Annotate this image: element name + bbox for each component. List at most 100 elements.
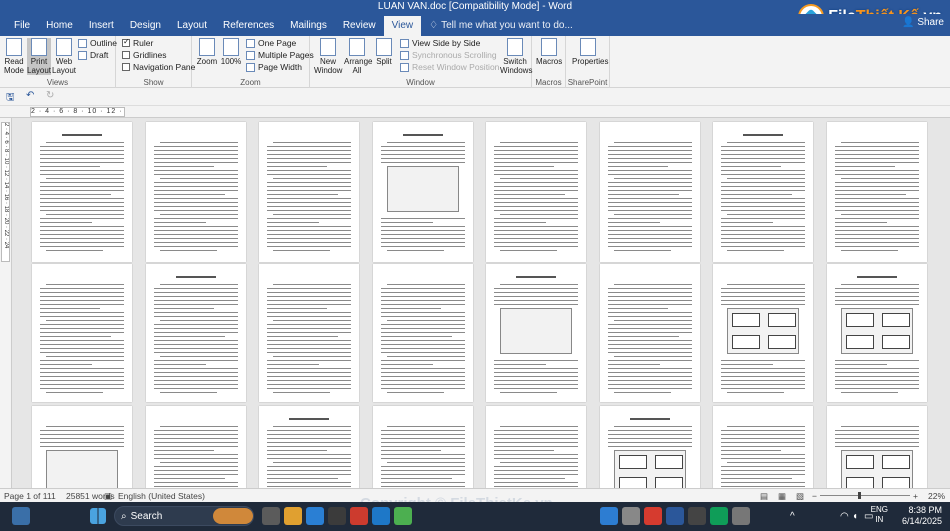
file-explorer-icon[interactable] [284,507,302,525]
tab-design[interactable]: Design [122,16,169,36]
app-icon-6[interactable] [688,507,706,525]
save-icon[interactable]: 🖫 [6,90,15,107]
document-page[interactable] [259,264,359,402]
start-icon[interactable] [90,508,106,524]
arrange-all-button[interactable]: Arrange All [344,38,372,75]
document-page[interactable] [32,122,132,262]
document-page[interactable] [145,122,246,262]
ruler-checkbox[interactable]: Ruler [122,37,153,48]
document-page[interactable] [145,406,246,488]
edge-icon[interactable] [306,507,324,525]
zoom-level[interactable]: 22% [928,491,945,501]
tab-home[interactable]: Home [38,16,81,36]
undo-icon[interactable]: ↶ [26,90,34,101]
app-icon-5[interactable] [644,507,662,525]
page-width-button[interactable]: Page Width [246,62,302,72]
document-page[interactable] [372,122,473,262]
web-layout-view-icon[interactable]: ▧ [796,491,804,502]
redo-icon[interactable]: ↻ [46,90,54,101]
focus-mode-icon[interactable]: ▤ [760,491,768,502]
document-page[interactable] [713,406,813,488]
document-page[interactable] [32,406,132,488]
page-count[interactable]: Page 1 of 111 [4,491,56,501]
document-page[interactable] [713,122,813,262]
tab-view[interactable]: View [383,16,422,36]
weather-icon[interactable] [12,507,30,525]
document-page[interactable] [259,122,359,262]
tab-mailings[interactable]: Mailings [282,16,335,36]
document-page[interactable] [145,264,246,402]
store-icon[interactable] [328,507,346,525]
zoom-out-icon[interactable]: − [812,491,817,501]
document-page[interactable] [826,122,927,262]
switch-windows-button[interactable]: Switch Windows [500,38,532,75]
zoom-in-icon[interactable]: + [913,491,918,501]
app-icon-3[interactable] [394,507,412,525]
text-line [380,316,465,317]
tell-me-box[interactable]: ♢ Tell me what you want to do... [421,16,581,36]
document-page[interactable] [372,406,473,488]
text-line [267,206,351,207]
app-icon-7[interactable] [732,507,750,525]
web-layout-button[interactable]: Web Layout [52,38,76,75]
outline-button[interactable]: Outline [78,38,117,48]
share-button[interactable]: 👤 Share [902,17,944,28]
side-by-side-button[interactable]: View Side by Side [400,38,480,48]
app-icon-1[interactable] [350,507,368,525]
document-page[interactable] [486,122,586,262]
volume-icon[interactable]: ◖ [852,511,858,522]
document-canvas[interactable] [12,118,950,488]
print-layout-button[interactable]: Print Layout [27,38,51,75]
tab-review[interactable]: Review [335,16,384,36]
horizontal-ruler[interactable]: 2 · 4 · 6 · 8 · 10 · 12 · 14 [0,106,950,118]
zoom-100-button[interactable]: 100% [219,38,243,66]
chrome-icon[interactable] [710,507,728,525]
document-page[interactable] [486,406,586,488]
battery-icon[interactable]: ▭ [864,511,873,522]
zalo-icon[interactable] [600,507,618,525]
clock[interactable]: 8:38 PM 6/14/2025 [902,505,942,527]
document-page[interactable] [826,406,927,488]
zoom-button[interactable]: Zoom [195,38,219,66]
tab-layout[interactable]: Layout [169,16,215,36]
document-page[interactable] [486,264,586,402]
tab-file[interactable]: File [6,16,38,36]
vertical-ruler[interactable]: 2 · 4 · 6 · 8 · 10 · 12 · 14 · 16 · 18 ·… [0,118,12,488]
text-line [267,230,351,231]
app-icon-2[interactable] [372,507,390,525]
proofing-icon[interactable]: ▣ [104,491,112,502]
document-page[interactable] [599,264,700,402]
nav-pane-checkbox[interactable]: Navigation Pane [122,62,195,72]
one-page-button[interactable]: One Page [246,38,296,48]
app-icon-4[interactable] [622,507,640,525]
document-page[interactable] [372,264,473,402]
word-icon[interactable] [666,507,684,525]
zoom-slider[interactable] [820,492,910,499]
document-page[interactable] [259,406,359,488]
text-line [40,198,124,199]
gridlines-checkbox[interactable]: Gridlines [122,50,167,60]
document-page[interactable] [826,264,927,402]
wifi-icon[interactable]: ◠ [840,511,849,522]
tab-references[interactable]: References [215,16,282,36]
chevron-up-icon[interactable]: ^ [790,511,795,522]
tab-insert[interactable]: Insert [81,16,122,36]
document-page[interactable] [713,264,813,402]
taskbar-search[interactable]: ⌕ Search [114,506,254,526]
document-page[interactable] [599,406,700,488]
language-indicator[interactable]: English (United States) [118,491,205,501]
reset-position-button[interactable]: Reset Window Position [400,62,499,72]
document-page[interactable] [32,264,132,402]
multiple-pages-button[interactable]: Multiple Pages [246,50,314,60]
task-view-icon[interactable] [262,507,280,525]
read-mode-button[interactable]: Read Mode [2,38,26,75]
sync-scroll-button[interactable]: Synchronous Scrolling [400,50,497,60]
draft-button[interactable]: Draft [78,50,108,60]
zoom-slider-thumb[interactable] [858,492,861,499]
print-layout-view-icon[interactable]: ▦ [778,491,786,502]
document-page[interactable] [599,122,700,262]
split-button[interactable]: Split [372,38,396,66]
properties-button[interactable]: Properties [572,38,608,66]
new-window-button[interactable]: New Window [314,38,342,75]
macros-button[interactable]: Macros [536,38,562,66]
